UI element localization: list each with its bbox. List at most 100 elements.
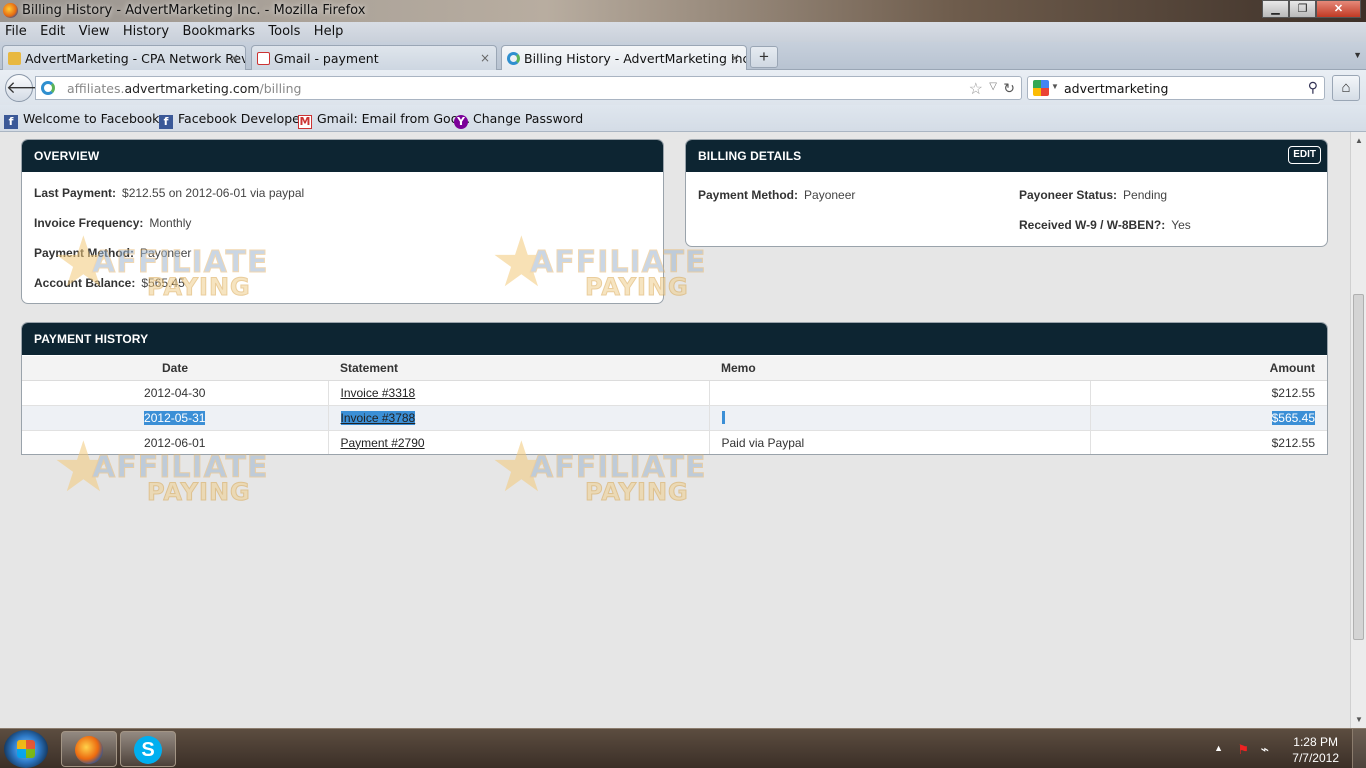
tab-close-icon[interactable]: × [730, 51, 740, 65]
payoneer-status-field: Payoneer Status: Pending [1019, 188, 1168, 202]
taskbar-firefox[interactable] [61, 731, 117, 767]
reload-icon[interactable]: ↻ [1003, 80, 1015, 97]
show-hidden-icons-icon[interactable]: ▲ [1214, 743, 1223, 753]
show-desktop-button[interactable] [1352, 729, 1366, 768]
window-controls: ▁ ❐ ✕ [1262, 0, 1361, 18]
table-row: 2012-04-30 Invoice #3318 $212.55 [22, 380, 1327, 406]
cell-amount: $212.55 [1090, 430, 1327, 454]
site-icon [507, 52, 520, 65]
bookmark-welcome-facebook[interactable]: f Welcome to Facebook... [4, 111, 171, 129]
scroll-thumb[interactable] [1353, 294, 1364, 640]
tab-billing-history[interactable]: Billing History - AdvertMarketing Inc. × [501, 45, 747, 71]
tab-label: AdvertMarketing - CPA Network Revi... [25, 51, 246, 66]
menu-tools[interactable]: Tools [263, 22, 305, 39]
column-date[interactable]: Date [22, 356, 328, 381]
payment-method-field: Payment Method: Payoneer [34, 246, 192, 260]
facebook-icon: f [159, 115, 173, 129]
taskbar-skype[interactable]: S [120, 731, 176, 767]
statement-link[interactable]: Invoice #3318 [341, 386, 416, 400]
tab-advertmarketing-review[interactable]: AdvertMarketing - CPA Network Revi... × [2, 45, 246, 70]
bookmark-star-icon[interactable]: ☆ [969, 79, 983, 99]
star-icon [8, 52, 21, 65]
search-input[interactable]: advertmarketing [1064, 81, 1168, 96]
site-identity-icon[interactable] [41, 81, 55, 95]
menu-history[interactable]: History [118, 22, 174, 39]
tab-gmail[interactable]: Gmail - payment × [251, 45, 497, 70]
bookmark-change-password[interactable]: Y Change Password [454, 111, 583, 129]
edit-button[interactable]: EDIT [1288, 146, 1321, 164]
page-scrollbar[interactable]: ▲ ▼ [1350, 132, 1366, 728]
w9-received-field: Received W-9 / W-8BEN?: Yes [1019, 218, 1191, 232]
menu-bookmarks[interactable]: Bookmarks [177, 22, 260, 39]
cell-memo [709, 405, 1091, 431]
table-row: 2012-06-01 Payment #2790 Paid via Paypal… [22, 430, 1327, 454]
url-bar[interactable]: affiliates.advertmarketing.com/billing ☆… [35, 76, 1022, 100]
cell-statement: Invoice #3788 [328, 405, 710, 431]
gmail-icon [257, 52, 270, 65]
start-button[interactable] [4, 730, 48, 768]
cell-statement: Invoice #3318 [328, 380, 710, 406]
new-tab-button[interactable]: + [750, 46, 778, 68]
search-icon[interactable]: ⚲ [1308, 79, 1318, 96]
google-icon[interactable] [1033, 80, 1049, 96]
search-engine-dropdown-icon[interactable]: ▼ [1051, 82, 1059, 91]
payment-history-title: PAYMENT HISTORY [22, 323, 1327, 355]
scroll-down-icon[interactable]: ▼ [1355, 715, 1363, 724]
tab-close-icon[interactable]: × [480, 51, 490, 65]
window-title: Billing History - AdvertMarketing Inc. -… [22, 3, 366, 18]
column-statement[interactable]: Statement [328, 356, 709, 381]
table-row: 2012-05-31 Invoice #3788 $565.45 [22, 405, 1327, 431]
bookmark-gmail[interactable]: M Gmail: Email from Goo... [298, 111, 470, 129]
statement-link[interactable]: Invoice #3788 [340, 410, 416, 425]
bookmark-facebook-developers[interactable]: f Facebook Developers [159, 111, 312, 129]
power-icon[interactable]: ⌁ [1261, 741, 1269, 758]
maximize-button[interactable]: ❐ [1289, 0, 1316, 18]
account-balance-field: Account Balance: $565.45 [34, 276, 185, 290]
window-titlebar: Billing History - AdvertMarketing Inc. -… [0, 0, 1366, 22]
firefox-icon [75, 736, 103, 764]
menu-file[interactable]: File [0, 22, 32, 39]
clock-time: 1:28 PM [1293, 735, 1338, 749]
billing-payment-method-field: Payment Method: Payoneer [698, 188, 856, 202]
url-dropdown-icon[interactable]: ▽ [989, 81, 997, 92]
back-button[interactable]: 🡐 [5, 74, 52, 102]
table-header-row: Date Statement Memo Amount [22, 356, 1327, 381]
tab-list-chevron-icon[interactable]: ▼ [1353, 50, 1362, 60]
navigation-bar: 🡐 affiliates.advertmarketing.com/billing… [0, 70, 1366, 105]
tab-label: Gmail - payment [274, 51, 379, 66]
tab-bar: AdvertMarketing - CPA Network Revi... × … [0, 42, 1366, 71]
column-amount[interactable]: Amount [1090, 356, 1327, 381]
url-text[interactable]: affiliates.advertmarketing.com/billing [67, 81, 301, 96]
windows-taskbar: S ▲ ⚑ ⌁ 1:28 PM 7/7/2012 [0, 728, 1366, 768]
home-button[interactable]: ⌂ [1332, 75, 1360, 101]
payment-history-table: Date Statement Memo Amount 2012-04-30 In… [22, 356, 1327, 454]
scroll-up-icon[interactable]: ▲ [1355, 136, 1363, 145]
cell-date: 2012-04-30 [22, 380, 329, 406]
skype-icon: S [134, 736, 162, 764]
tab-close-icon[interactable]: × [229, 51, 239, 65]
billing-details-title: BILLING DETAILS [686, 140, 1327, 172]
cell-memo: Paid via Paypal [709, 430, 1091, 454]
column-memo[interactable]: Memo [709, 356, 1090, 381]
windows-logo-icon [17, 740, 35, 758]
overview-title: OVERVIEW [22, 140, 663, 172]
close-window-button[interactable]: ✕ [1316, 0, 1361, 18]
yahoo-icon: Y [454, 115, 468, 129]
clock-date: 7/7/2012 [1292, 751, 1339, 765]
menu-edit[interactable]: Edit [35, 22, 70, 39]
menu-view[interactable]: View [74, 22, 115, 39]
billing-details-panel: BILLING DETAILS EDIT Payment Method: Payo… [685, 139, 1328, 247]
minimize-button[interactable]: ▁ [1262, 0, 1289, 18]
firefox-icon [3, 3, 18, 18]
tab-label: Billing History - AdvertMarketing Inc. [524, 51, 747, 66]
facebook-icon: f [4, 115, 18, 129]
taskbar-clock[interactable]: 1:28 PM 7/7/2012 [1292, 734, 1339, 766]
menu-bar: File Edit View History Bookmarks Tools H… [0, 22, 1366, 42]
search-bar[interactable]: ▼ advertmarketing ⚲ [1027, 76, 1325, 100]
gmail-icon: M [298, 115, 312, 129]
invoice-frequency-field: Invoice Frequency: Monthly [34, 216, 192, 230]
menu-help[interactable]: Help [309, 22, 349, 39]
selection-caret [721, 410, 725, 424]
action-center-flag-icon[interactable]: ⚑ [1237, 742, 1249, 758]
statement-link[interactable]: Payment #2790 [341, 436, 425, 450]
